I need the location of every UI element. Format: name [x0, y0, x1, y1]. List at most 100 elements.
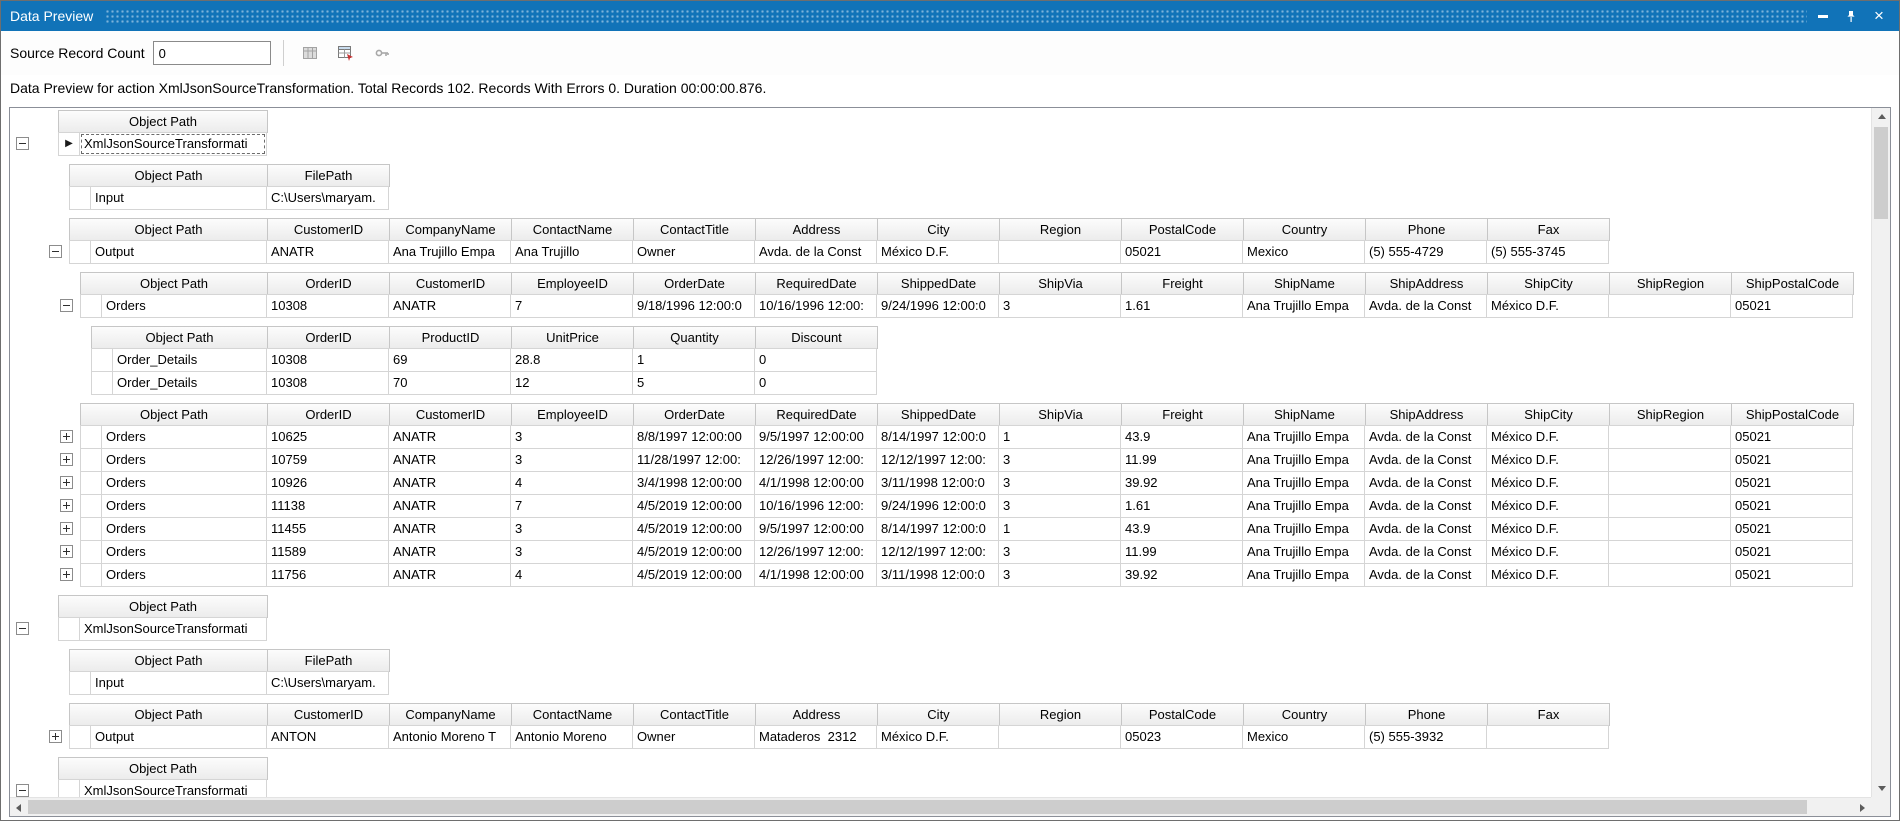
- grid-cell[interactable]: [1608, 425, 1731, 449]
- grid-cell[interactable]: 11.99: [1120, 448, 1243, 472]
- grid-cell[interactable]: México D.F.: [1486, 425, 1609, 449]
- column-header[interactable]: OrderID: [267, 403, 390, 426]
- grid-cell[interactable]: Orders: [101, 294, 267, 318]
- expand-toggle-icon[interactable]: [60, 545, 73, 558]
- expand-toggle-icon[interactable]: [60, 499, 73, 512]
- column-header[interactable]: Object Path: [80, 403, 268, 426]
- export-grid-button[interactable]: [332, 40, 360, 66]
- grid-row[interactable]: InputC:\Users\maryam.: [69, 671, 1871, 695]
- expand-toggle-icon[interactable]: [60, 568, 73, 581]
- grid-cell[interactable]: [1608, 448, 1731, 472]
- grid-cell[interactable]: 9/5/1997 12:00:00: [754, 425, 877, 449]
- grid-cell[interactable]: ANATR: [388, 471, 511, 495]
- grid-cell[interactable]: 05023: [1120, 725, 1243, 749]
- column-header[interactable]: ShipPostalCode: [1731, 403, 1854, 426]
- grid-cell[interactable]: México D.F.: [876, 240, 999, 264]
- grid-cell[interactable]: México D.F.: [1486, 471, 1609, 495]
- grid-cell[interactable]: 4/5/2019 12:00:00: [632, 563, 755, 587]
- grid-cell[interactable]: XmlJsonSourceTransformati: [79, 779, 267, 797]
- key-button[interactable]: [368, 40, 396, 66]
- grid-row[interactable]: OutputANATRAna Trujillo EmpaAna Trujillo…: [69, 240, 1871, 264]
- column-header[interactable]: Object Path: [58, 757, 268, 780]
- row-selector[interactable]: [80, 471, 102, 495]
- vertical-scroll-thumb[interactable]: [1874, 127, 1888, 219]
- grid-cell[interactable]: Owner: [632, 240, 755, 264]
- grid-cell[interactable]: Ana Trujillo Empa: [1242, 448, 1365, 472]
- collapse-toggle-icon[interactable]: [16, 784, 29, 797]
- grid-cell[interactable]: 3: [998, 563, 1121, 587]
- grid-cell[interactable]: Input: [90, 671, 267, 695]
- pin-button[interactable]: [1839, 5, 1863, 27]
- column-header[interactable]: ShippedDate: [877, 272, 1000, 295]
- grid-row[interactable]: ▶XmlJsonSourceTransformati: [58, 132, 1871, 156]
- grid-cell[interactable]: 1.61: [1120, 494, 1243, 518]
- grid-row[interactable]: XmlJsonSourceTransformati: [58, 617, 1871, 641]
- collapse-toggle-icon[interactable]: [16, 137, 29, 150]
- grid-cell[interactable]: 05021: [1730, 494, 1853, 518]
- grid-row[interactable]: Orders11589ANATR34/5/2019 12:00:0012/26/…: [80, 540, 1871, 564]
- grid-row[interactable]: Order_Details10308701250: [91, 371, 1871, 395]
- grid-cell[interactable]: 12/26/1997 12:00:: [754, 540, 877, 564]
- grid-cell[interactable]: ANATR: [388, 425, 511, 449]
- row-selector[interactable]: [80, 517, 102, 541]
- grid-cell[interactable]: 05021: [1730, 425, 1853, 449]
- grid-cell[interactable]: Mexico: [1242, 725, 1365, 749]
- grid-cell[interactable]: México D.F.: [1486, 448, 1609, 472]
- grid-cell[interactable]: 11589: [266, 540, 389, 564]
- column-header[interactable]: Object Path: [69, 703, 268, 726]
- grid-cell[interactable]: Avda. de la Const: [1364, 448, 1487, 472]
- grid-cell[interactable]: [998, 725, 1121, 749]
- column-header[interactable]: Country: [1243, 703, 1366, 726]
- grid-cell[interactable]: México D.F.: [1486, 540, 1609, 564]
- grid-row[interactable]: InputC:\Users\maryam.: [69, 186, 1871, 210]
- expand-toggle-icon[interactable]: [60, 453, 73, 466]
- grid-cell[interactable]: Avda. de la Const: [1364, 494, 1487, 518]
- grid-cell[interactable]: 9/24/1996 12:00:0: [876, 494, 999, 518]
- column-header[interactable]: ShipName: [1243, 272, 1366, 295]
- grid-cell[interactable]: Avda. de la Const: [1364, 425, 1487, 449]
- source-record-count-input[interactable]: [153, 41, 271, 65]
- grid-cell[interactable]: 10625: [266, 425, 389, 449]
- grid-cell[interactable]: 12/12/1997 12:00:: [876, 448, 999, 472]
- column-header[interactable]: Object Path: [69, 649, 268, 672]
- grid-cell[interactable]: Ana Trujillo Empa: [388, 240, 511, 264]
- column-header[interactable]: ShipRegion: [1609, 403, 1732, 426]
- grid-cell[interactable]: (5) 555-4729: [1364, 240, 1487, 264]
- column-header[interactable]: EmployeeID: [511, 403, 634, 426]
- column-header[interactable]: Phone: [1365, 703, 1488, 726]
- grid-button[interactable]: [296, 40, 324, 66]
- grid-cell[interactable]: 10/16/1996 12:00:: [754, 494, 877, 518]
- grid-cell[interactable]: 4/5/2019 12:00:00: [632, 517, 755, 541]
- grid-cell[interactable]: Mexico: [1242, 240, 1365, 264]
- row-selector[interactable]: [69, 240, 91, 264]
- grid-cell[interactable]: Output: [90, 725, 267, 749]
- column-header[interactable]: ShipPostalCode: [1731, 272, 1854, 295]
- column-header[interactable]: Object Path: [58, 595, 268, 618]
- column-header[interactable]: FilePath: [267, 649, 390, 672]
- grid-cell[interactable]: Order_Details: [112, 348, 267, 372]
- row-selector[interactable]: [58, 617, 80, 641]
- grid-cell[interactable]: Orders: [101, 494, 267, 518]
- column-header[interactable]: ProductID: [389, 326, 512, 349]
- column-header[interactable]: Country: [1243, 218, 1366, 241]
- grid-cell[interactable]: ANATR: [388, 540, 511, 564]
- grid-cell[interactable]: 4/1/1998 12:00:00: [754, 471, 877, 495]
- grid-cell[interactable]: Output: [90, 240, 267, 264]
- grid-cell[interactable]: Orders: [101, 563, 267, 587]
- column-header[interactable]: CustomerID: [267, 218, 390, 241]
- expand-toggle-icon[interactable]: [60, 522, 73, 535]
- column-header[interactable]: Address: [755, 218, 878, 241]
- grid-cell[interactable]: 28.8: [510, 348, 633, 372]
- vertical-scrollbar[interactable]: [1871, 108, 1890, 797]
- column-header[interactable]: City: [877, 703, 1000, 726]
- grid-cell[interactable]: 4: [510, 563, 633, 587]
- collapse-toggle-icon[interactable]: [60, 299, 73, 312]
- grid-cell[interactable]: Orders: [101, 471, 267, 495]
- column-header[interactable]: ShipCity: [1487, 272, 1610, 295]
- column-header[interactable]: EmployeeID: [511, 272, 634, 295]
- row-selector[interactable]: [91, 371, 113, 395]
- grid-cell[interactable]: 39.92: [1120, 563, 1243, 587]
- grid-cell[interactable]: 9/5/1997 12:00:00: [754, 517, 877, 541]
- grid-cell[interactable]: México D.F.: [876, 725, 999, 749]
- grid-cell[interactable]: 11138: [266, 494, 389, 518]
